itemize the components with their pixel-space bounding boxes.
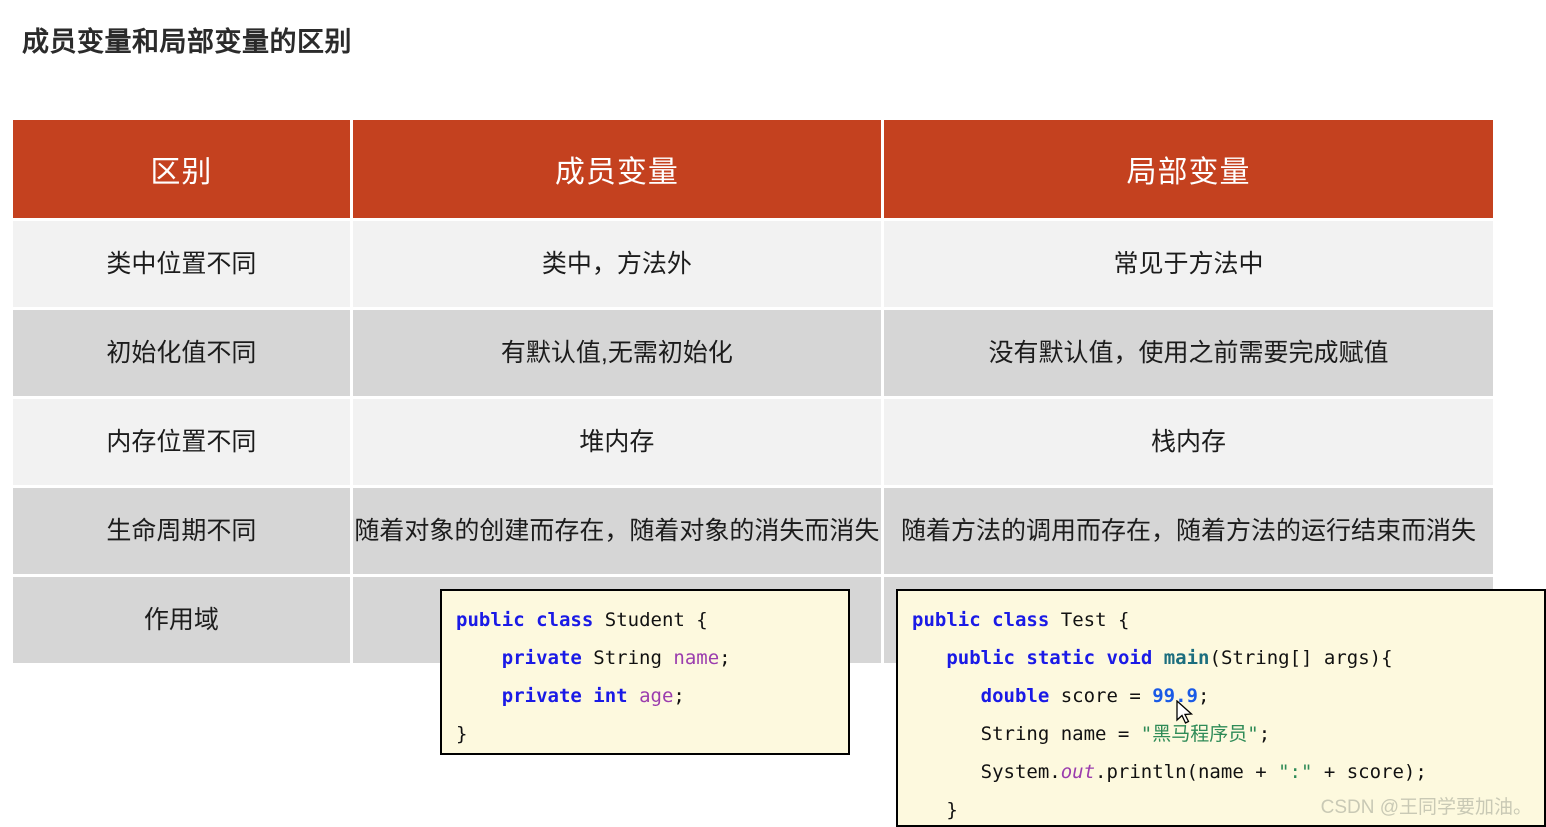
code-keyword-public-main: public <box>946 647 1015 669</box>
cell-local: 常见于方法中 <box>884 221 1493 307</box>
code-println-tail: + score); <box>1312 761 1427 783</box>
code-keyword-public-class: public <box>912 609 981 631</box>
code-semicolon-1: ; <box>719 647 731 669</box>
code-field-age: age <box>639 685 674 707</box>
code-open-brace: { <box>696 609 708 631</box>
code-method-main: main <box>1163 647 1210 669</box>
cell-local: 随着方法的调用而存在，随着方法的运行结束而消失 <box>884 488 1493 574</box>
code-keyword-static: static <box>1026 647 1096 669</box>
code-class-name-student: Student <box>604 609 685 631</box>
code-keyword-void: void <box>1106 647 1153 669</box>
cell-difference: 类中位置不同 <box>13 221 350 307</box>
code-println-call: .println(name + <box>1095 761 1279 783</box>
code-number-99-9: 99.9 <box>1152 685 1198 707</box>
code-string-heima: "黑马程序员" <box>1140 723 1259 745</box>
cell-member: 有默认值,无需初始化 <box>352 310 882 396</box>
comparison-table: 区别 成员变量 局部变量 类中位置不同 类中，方法外 常见于方法中 初始化值不同… <box>10 117 1496 666</box>
code-block-student: public class Student { private String na… <box>440 589 850 755</box>
code-keyword-private-2: private <box>501 685 582 707</box>
code-main-args: (String[] args){ <box>1209 647 1393 669</box>
cell-local: 没有默认值，使用之前需要完成赋值 <box>884 310 1493 396</box>
code-close-brace: } <box>456 723 468 745</box>
page-title: 成员变量和局部变量的区别 <box>22 27 352 57</box>
code-var-name-decl: String name = <box>980 723 1141 745</box>
code-semicolon-2: ; <box>673 685 685 707</box>
cell-member: 类中，方法外 <box>352 221 882 307</box>
code-close-brace-main: } <box>946 799 958 821</box>
cell-local: 栈内存 <box>884 399 1493 485</box>
code-var-score: score = <box>1049 685 1153 707</box>
code-type-int: int <box>593 685 628 707</box>
cell-difference: 内存位置不同 <box>13 399 350 485</box>
cell-member: 堆内存 <box>352 399 882 485</box>
code-keyword-class: class <box>536 609 594 631</box>
code-block-test: public class Test { public static void m… <box>896 589 1546 827</box>
code-type-string: String <box>593 647 662 669</box>
table-row: 内存位置不同 堆内存 栈内存 <box>13 399 1493 485</box>
code-system-prefix: System. <box>980 761 1061 783</box>
header-cell-member-variable: 成员变量 <box>352 120 882 218</box>
table-row: 生命周期不同 随着对象的创建而存在，随着对象的消失而消失 随着方法的调用而存在，… <box>13 488 1493 574</box>
code-field-name: name <box>673 647 720 669</box>
code-class-name-test: Test <box>1060 609 1107 631</box>
header-cell-local-variable: 局部变量 <box>884 120 1493 218</box>
code-semicolon-score: ; <box>1198 685 1210 707</box>
cell-difference: 初始化值不同 <box>13 310 350 396</box>
code-open-brace: { <box>1117 609 1130 631</box>
cell-difference: 生命周期不同 <box>13 488 350 574</box>
code-keyword-private-1: private <box>501 647 582 669</box>
code-keyword-public: public <box>456 609 525 631</box>
header-cell-difference: 区别 <box>13 120 350 218</box>
code-semicolon-name: ; <box>1258 723 1271 745</box>
code-keyword-class: class <box>992 609 1050 631</box>
table-row: 类中位置不同 类中，方法外 常见于方法中 <box>13 221 1493 307</box>
table-row: 初始化值不同 有默认值,无需初始化 没有默认值，使用之前需要完成赋值 <box>13 310 1493 396</box>
header-row: 区别 成员变量 局部变量 <box>13 120 1493 218</box>
table-header: 区别 成员变量 局部变量 <box>13 120 1493 218</box>
code-field-out: out <box>1060 761 1096 783</box>
cell-member: 随着对象的创建而存在，随着对象的消失而消失 <box>352 488 882 574</box>
cell-difference: 作用域 <box>13 577 350 663</box>
code-keyword-double: double <box>980 685 1050 707</box>
code-string-colon: ":" <box>1278 761 1313 783</box>
